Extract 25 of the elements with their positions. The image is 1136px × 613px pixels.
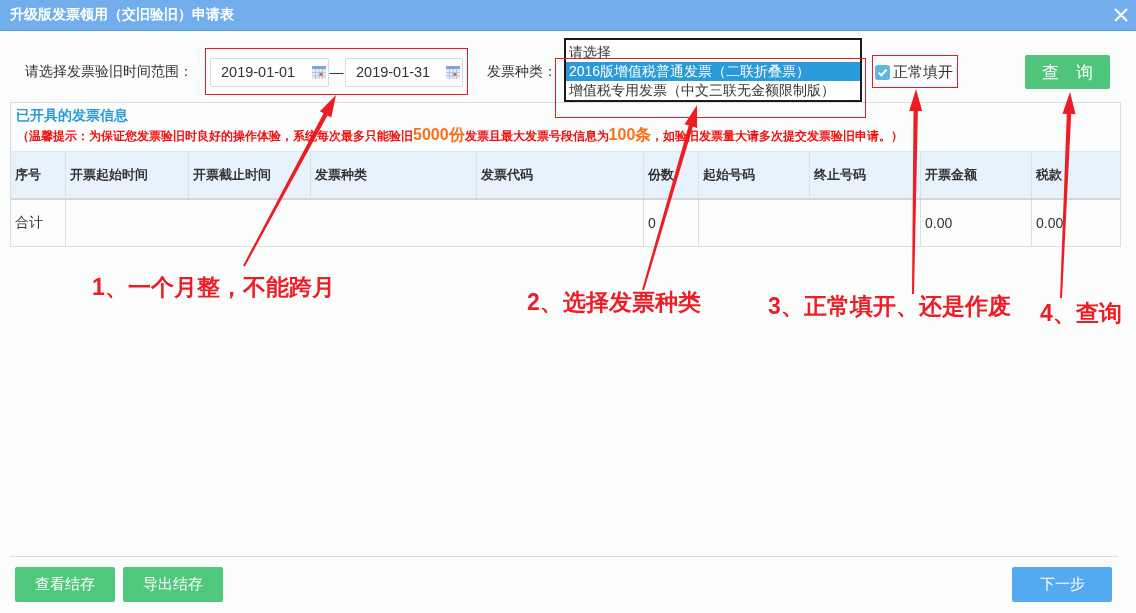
column-header: 序号 [11,152,66,198]
annotation-caption: 1、一个月整，不能跨月 [92,273,335,301]
column-header: 开票起始时间 [66,152,189,198]
list-option[interactable]: 增值税专用发票（中文三联无金额限制版） [566,81,860,100]
invoice-type-label: 发票种类： [487,63,557,81]
checkbox[interactable] [875,64,890,80]
annotation-caption: 2、选择发票种类 [527,288,701,316]
panel-title: 已开具的发票信息 [15,106,129,124]
date-field[interactable]: 2019-01-31 [345,57,463,87]
annotation-caption: 4、查询 [1040,299,1122,327]
column-header: 起始号码 [699,152,810,198]
column-header: 开票金额 [921,152,1032,198]
annotation-caption: 3、正常填开、还是作废 [768,292,1011,320]
table-cell: 0.00 [921,200,1032,246]
column-header: 税款 [1035,166,1063,184]
window-title: 升级版发票领用（交旧验旧）申请表 [10,6,234,24]
close-icon[interactable] [1114,8,1128,22]
date-range-label: 请选择发票验旧时间范围： [25,63,193,81]
table-cell-text: 0.00 [1035,214,1065,233]
date-field[interactable]: 2019-01-01 [210,57,329,87]
date-separator: — [329,64,344,80]
column-header: 发票代码 [477,152,644,198]
table-cell: 合计 [11,200,66,246]
column-header: 发票种类 [311,152,477,198]
checkbox-label: 正常填开 [893,62,953,82]
